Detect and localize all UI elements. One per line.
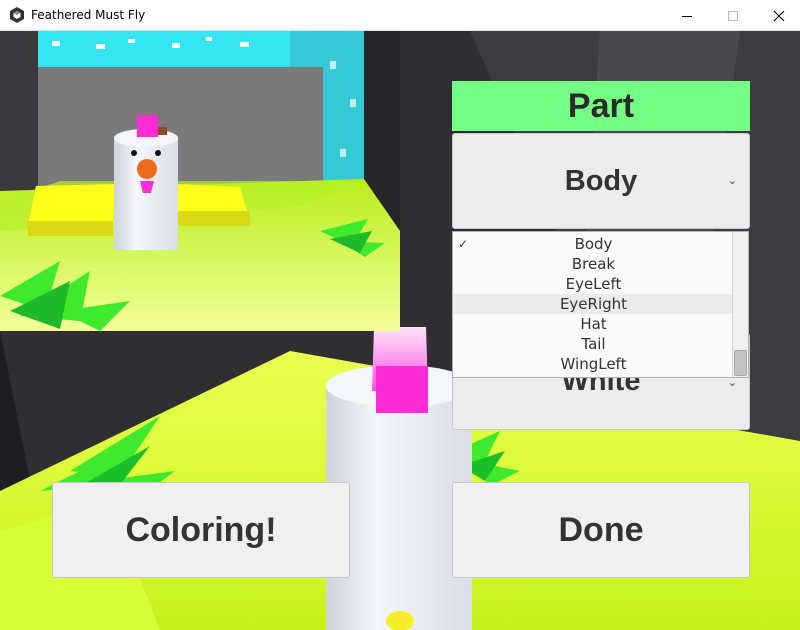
done-button[interactable]: Done	[452, 482, 750, 578]
dropdown-option[interactable]: EyeLeft	[453, 274, 734, 294]
part-dropdown-value: Body	[564, 164, 638, 197]
part-header: Part	[452, 81, 750, 131]
dropdown-option[interactable]: Break	[453, 254, 734, 274]
maximize-icon	[728, 10, 738, 21]
ui-overlay: Part Body ⌄ White ⌄ ✓ Body Break EyeLeft Eye…	[0, 31, 800, 630]
dropdown-option-label: Body	[574, 235, 613, 253]
part-dropdown[interactable]: Body ⌄	[452, 133, 750, 229]
scrollbar-thumb[interactable]	[734, 350, 747, 376]
coloring-button[interactable]: Coloring!	[52, 482, 350, 578]
unity-icon	[10, 7, 24, 23]
window-title: Feathered Must Fly	[31, 8, 146, 22]
dropdown-option-label: Break	[571, 255, 616, 273]
dropdown-option-label: EyeLeft	[565, 275, 622, 293]
maximize-button[interactable]	[710, 0, 756, 31]
minimize-button[interactable]	[664, 0, 710, 31]
minimize-icon	[682, 15, 692, 17]
window-titlebar[interactable]: Feathered Must Fly	[0, 0, 800, 31]
dropdown-options: ✓ Body Break EyeLeft EyeRight Hat Tail WingLeft	[453, 234, 734, 374]
game-viewport[interactable]: Part Body ⌄ White ⌄ ✓ Body Break EyeLeft Eye…	[0, 31, 800, 630]
close-icon	[773, 10, 785, 21]
dropdown-option[interactable]: Tail	[453, 334, 734, 354]
dropdown-scrollbar[interactable]	[732, 232, 748, 377]
dropdown-option[interactable]: WingLeft	[453, 354, 734, 374]
dropdown-option-label: WingLeft	[560, 355, 627, 373]
dropdown-option-label: EyeRight	[559, 295, 628, 313]
dropdown-option[interactable]: EyeRight	[453, 294, 734, 314]
checkmark-icon: ✓	[458, 237, 469, 251]
dropdown-option[interactable]: Hat	[453, 314, 734, 334]
close-button[interactable]	[756, 0, 800, 31]
dropdown-option-label: Hat	[580, 315, 607, 333]
dropdown-option[interactable]: ✓ Body	[453, 234, 734, 254]
dropdown-option-label: Tail	[581, 335, 606, 353]
part-dropdown-list[interactable]: ✓ Body Break EyeLeft EyeRight Hat Tail WingLeft	[452, 231, 749, 378]
chevron-down-icon: ⌄	[727, 174, 737, 187]
